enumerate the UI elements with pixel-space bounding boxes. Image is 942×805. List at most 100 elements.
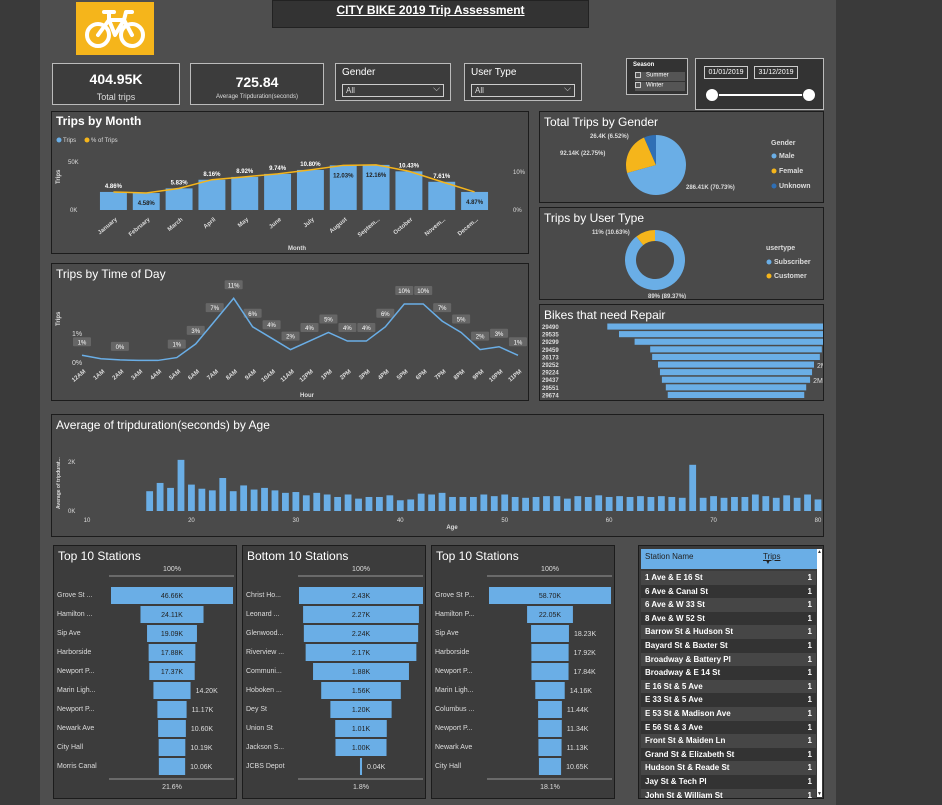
trips-cell: 1 xyxy=(807,709,812,718)
age-bar xyxy=(553,496,561,511)
month-bar xyxy=(329,165,357,210)
age-bar xyxy=(804,494,811,511)
station-value-label: 1.56K xyxy=(352,688,371,695)
sort-desc-icon: ▼ xyxy=(765,560,771,566)
repair-bar xyxy=(650,346,822,353)
usertype-dropdown[interactable]: All ⌵ xyxy=(471,83,575,97)
age-bar xyxy=(668,496,676,511)
table-row[interactable]: Jay St & Tech Pl 1 xyxy=(641,775,816,789)
age-bar xyxy=(657,496,665,511)
table-row[interactable]: E 53 St & Madison Ave 1 xyxy=(641,707,816,721)
kpi-total-trips: 404.95K Total trips xyxy=(52,63,180,105)
date-start-input[interactable]: 01/01/2019 xyxy=(704,66,748,79)
trips-by-gender-chart: 286.41K (70.73%) 92.14K (22.75%) 26.4K (6.… xyxy=(560,134,811,195)
percent-data-label: 4.58% xyxy=(138,201,156,207)
age-bar xyxy=(616,496,623,511)
kpi-total-trips-label: Total trips xyxy=(96,92,136,102)
gender-dropdown-value: All xyxy=(346,86,355,95)
x-tick-label: 6PM xyxy=(415,369,428,382)
station-bar xyxy=(158,758,186,775)
table-row[interactable]: E 33 St & 5 Ave 1 xyxy=(641,693,816,707)
age-bar xyxy=(563,498,571,511)
x-tick-label: 10 xyxy=(84,518,91,524)
pie-data-label: 286.41K (70.73%) xyxy=(686,185,735,191)
age-bar xyxy=(689,464,697,511)
station-value-label: 0.04K xyxy=(367,764,386,771)
age-bar xyxy=(584,496,592,511)
date-slider-start-handle[interactable] xyxy=(705,88,719,102)
legend-marker xyxy=(56,137,62,143)
repair-bar xyxy=(607,323,823,330)
gender-slicer-label: Gender xyxy=(342,67,376,78)
age-bar xyxy=(449,496,456,511)
table-row[interactable]: E 16 St & 5 Ave 1 xyxy=(641,679,816,694)
scroll-down-icon[interactable]: ▼ xyxy=(817,791,822,797)
table-row[interactable]: 6 Ave & Canal St 1 xyxy=(641,584,816,599)
trips-cell: 1 xyxy=(807,790,812,799)
station-value-label: 10.60K xyxy=(191,726,214,733)
kpi-avg-duration-value: 725.84 xyxy=(235,74,279,90)
station-label: Hamilton P... xyxy=(435,611,474,618)
bike-logo xyxy=(76,2,154,55)
station-value-label: 2.43K xyxy=(352,593,371,600)
table-scrollbar[interactable]: ▲ ▼ xyxy=(817,549,822,797)
percent-data-label: 9.74% xyxy=(269,166,287,172)
legend-marker xyxy=(771,168,777,174)
column-header-station[interactable]: Station Name xyxy=(645,552,693,561)
x-tick-label: June xyxy=(268,217,283,231)
data-label: 10% xyxy=(398,289,411,295)
repair-bar xyxy=(634,338,823,345)
date-end-input[interactable]: 31/12/2019 xyxy=(754,66,798,79)
chevron-down-icon: ⌵ xyxy=(433,83,440,93)
scroll-up-icon[interactable]: ▲ xyxy=(817,549,822,555)
data-label: 10% xyxy=(417,289,430,295)
right-margin xyxy=(836,0,942,805)
x-tick-label: 8AM xyxy=(225,369,239,382)
age-bar xyxy=(511,496,519,511)
legend-label: Trips xyxy=(63,138,76,144)
checkbox-icon xyxy=(635,82,641,88)
category-label: 29252 xyxy=(542,363,559,369)
station-name-cell: 6 Ave & Canal St xyxy=(645,586,708,596)
date-slider-end-handle[interactable] xyxy=(802,88,816,102)
season-option-summer[interactable]: Summer xyxy=(635,72,685,81)
bottom10-stations-funnel: 100% Christ Ho... 2.43K Leonard ... 2.27K Gle… xyxy=(246,566,423,791)
table-row[interactable]: Broadway & Battery Pl 1 xyxy=(641,652,816,667)
station-name-cell: John St & William St xyxy=(645,790,723,799)
y-tick-label: 0K xyxy=(68,509,75,515)
age-bar xyxy=(250,489,258,511)
trips-line xyxy=(81,297,519,362)
x-tick-label: 3PM xyxy=(358,369,371,382)
table-row[interactable]: Front St & Maiden Ln 1 xyxy=(641,734,816,748)
trips-cell: 1 xyxy=(807,613,812,623)
age-bar xyxy=(261,487,268,511)
x-tick-label: 4PM xyxy=(377,369,390,382)
x-tick-label: May xyxy=(237,217,250,230)
station-name-cell: Jay St & Tech Pl xyxy=(645,777,707,786)
table-row[interactable]: Broadway & E 14 St 1 xyxy=(641,666,816,680)
season-option-winter[interactable]: Winter xyxy=(635,82,685,91)
table-row[interactable]: E 56 St & 3 Ave 1 xyxy=(641,720,816,735)
table-row[interactable]: Barrow St & Hudson St 1 xyxy=(641,625,816,639)
season-option-label: Summer xyxy=(646,72,669,79)
table-row[interactable]: 1 Ave & E 16 St 1 xyxy=(641,571,816,585)
y-tick-label: 0K xyxy=(70,208,77,214)
funnel-bottom-label: 21.6% xyxy=(162,784,182,791)
station-label: Harborside xyxy=(57,649,91,656)
data-label: 7% xyxy=(438,306,447,312)
gender-dropdown[interactable]: All ⌵ xyxy=(342,83,444,97)
category-label: 29224 xyxy=(542,371,559,377)
table-row[interactable]: Grand St & Elizabeth St 1 xyxy=(641,747,816,762)
table-row[interactable]: Bayard St & Baxter St 1 xyxy=(641,639,816,653)
age-bar xyxy=(365,496,373,511)
table-row[interactable]: 8 Ave & W 52 St 1 xyxy=(641,611,816,626)
station-name-cell: Grand St & Elizabeth St xyxy=(645,749,735,759)
x-tick-label: 2AM xyxy=(112,369,126,382)
funnel-bottom-label: 1.8% xyxy=(353,784,369,791)
table-row[interactable]: John St & William St 1 xyxy=(641,788,816,799)
data-label: 3% xyxy=(191,329,200,335)
station-value-label: 46.66K xyxy=(161,593,184,600)
table-row[interactable]: Hudson St & Reade St 1 xyxy=(641,761,816,775)
top10-stations-panel-a: Top 10 Stations 100% Grove St ... 46.66K Ha… xyxy=(53,545,237,799)
table-row[interactable]: 6 Ave & W 33 St 1 xyxy=(641,598,816,612)
